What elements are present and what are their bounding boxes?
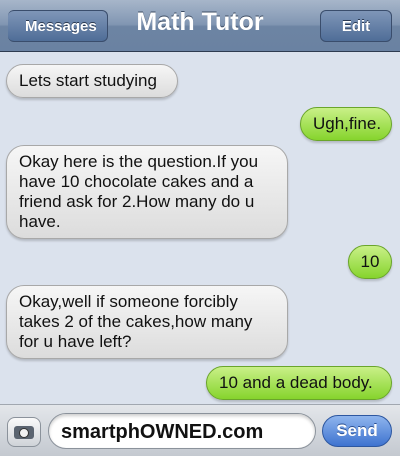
camera-button[interactable] xyxy=(7,417,41,447)
message-bubble-received: Lets start studying xyxy=(6,64,178,98)
nav-bar: Messages Math Tutor Edit xyxy=(0,0,400,52)
message-input[interactable]: smartphOWNED.com xyxy=(48,413,316,449)
send-button[interactable]: Send xyxy=(322,415,392,447)
edit-button[interactable]: Edit xyxy=(320,10,392,42)
message-bubble-received: Okay,well if someone forcibly takes 2 of… xyxy=(6,285,288,359)
camera-lens-icon xyxy=(19,428,29,438)
message-bubble-sent: 10 and a dead body. xyxy=(206,366,392,400)
message-bubble-sent: Ugh,fine. xyxy=(300,107,392,141)
message-bubble-sent: 10 xyxy=(348,245,392,279)
message-bubble-received: Okay here is the question.If you have 10… xyxy=(6,145,288,239)
message-input-bar: smartphOWNED.com Send xyxy=(0,404,400,456)
